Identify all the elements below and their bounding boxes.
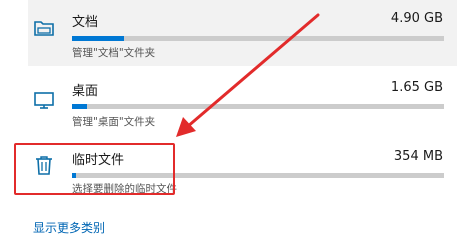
usage-bar: [72, 104, 444, 109]
storage-item-documents[interactable]: 文档 4.90 GB 管理"文档"文件夹: [28, 0, 457, 66]
usage-bar-fill: [72, 36, 125, 41]
show-more-categories-link[interactable]: 显示更多类别: [33, 219, 105, 236]
storage-item-name: 桌面: [72, 84, 99, 99]
storage-item-temp-files[interactable]: 临时文件 354 MB 选择要删除的临时文件: [28, 140, 457, 202]
storage-item-description: 管理"桌面"文件夹: [72, 116, 156, 128]
storage-item-desktop[interactable]: 桌面 1.65 GB 管理"桌面"文件夹: [28, 72, 457, 134]
usage-bar: [72, 173, 444, 178]
usage-bar-fill: [72, 173, 76, 178]
monitor-icon: [33, 89, 55, 111]
folder-icon: [33, 17, 55, 39]
storage-item-size: 4.90 GB: [390, 11, 443, 26]
storage-item-name: 临时文件: [72, 153, 125, 168]
usage-bar-fill: [72, 104, 87, 109]
storage-item-description: 管理"文档"文件夹: [72, 47, 156, 59]
storage-item-name: 文档: [72, 15, 99, 30]
storage-item-description: 选择要删除的临时文件: [72, 183, 177, 195]
usage-bar: [72, 36, 444, 41]
trash-icon: [33, 154, 55, 176]
storage-item-size: 354 MB: [393, 149, 443, 164]
storage-item-size: 1.65 GB: [390, 80, 443, 95]
